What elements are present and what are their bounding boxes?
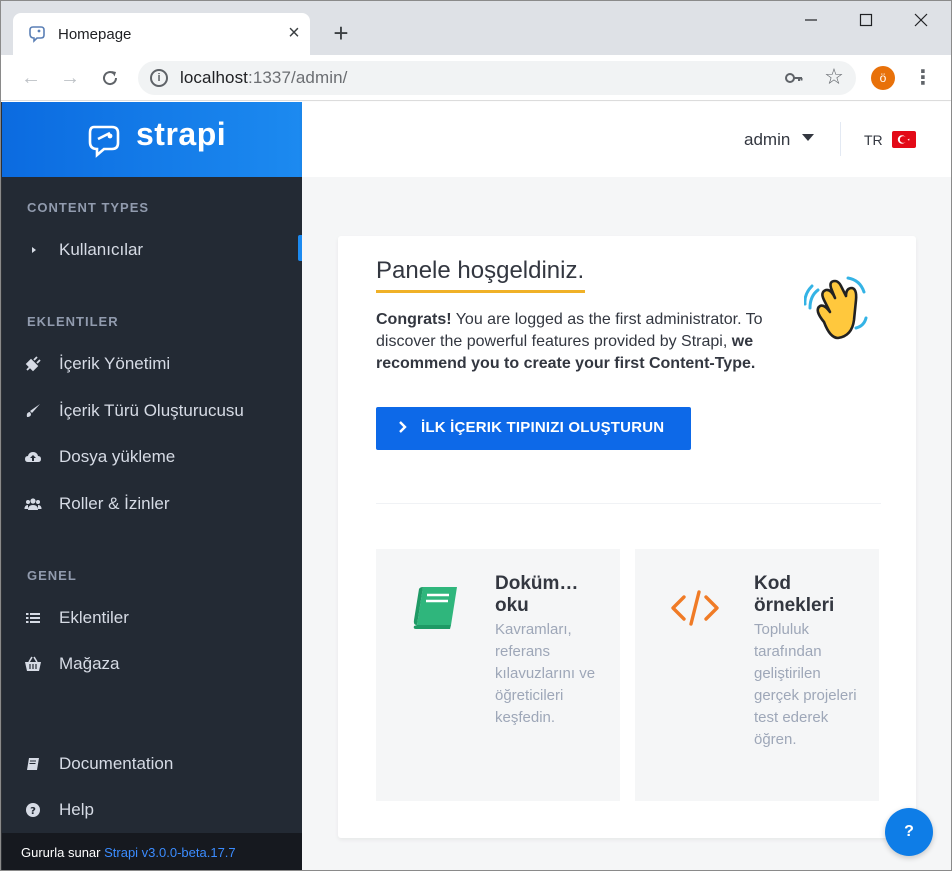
url-path: :1337/admin/: [248, 68, 348, 87]
sidebar-item-roles-permissions[interactable]: Roller & İzinler: [2, 486, 302, 522]
window-close-icon[interactable]: [901, 9, 941, 37]
window-minimize-icon[interactable]: [791, 9, 831, 37]
paint-brush-icon: [26, 404, 40, 417]
list-icon: [26, 613, 40, 623]
book-icon: [413, 587, 457, 629]
documentation-resource-card[interactable]: Doküm… oku Kavramları, referans kılavuzl…: [376, 549, 620, 801]
profile-avatar[interactable]: ö: [871, 66, 895, 90]
sidebar-panel: strapi CONTENT TYPES Kullanıcılar EKLENT…: [2, 102, 302, 870]
caret-right-icon: [32, 247, 36, 253]
tab-title: Homepage: [58, 26, 132, 43]
resource-description: Kavramları, referans kılavuzlarını ve öğ…: [495, 621, 596, 726]
tab-strip: Homepage × +: [1, 1, 951, 55]
sidebar-item-documentation[interactable]: Documentation: [2, 746, 302, 782]
plug-icon: [25, 356, 41, 372]
sidebar: strapi CONTENT TYPES Kullanıcılar EKLENT…: [1, 102, 302, 870]
divider: [376, 503, 881, 504]
cta-label: İLK İÇERIK TIPINIZI OLUŞTURUN: [421, 419, 665, 436]
url-host: localhost: [180, 68, 248, 87]
chevron-right-icon: [398, 420, 408, 439]
reload-icon[interactable]: [96, 64, 124, 92]
brand-name: strapi: [136, 116, 227, 152]
main-content: Panele hoşgeldiniz. Congrats! You are lo…: [302, 177, 951, 870]
sidebar-item-label: Roller & İzinler: [59, 494, 170, 513]
strapi-version-link[interactable]: Strapi v3.0.0-beta.17.7: [104, 845, 236, 860]
sidebar-item-label: Mağaza: [59, 654, 120, 673]
welcome-congrats: Congrats!: [376, 311, 452, 328]
welcome-card: Panele hoşgeldiniz. Congrats! You are lo…: [338, 236, 916, 838]
strapi-admin: strapi CONTENT TYPES Kullanıcılar EKLENT…: [1, 102, 951, 870]
language-selector[interactable]: TR: [864, 132, 883, 148]
code-examples-resource-card[interactable]: Kod örnekleri Topluluk tarafından gelişt…: [635, 549, 879, 801]
browser-tab[interactable]: Homepage ×: [13, 13, 310, 55]
question-circle-icon: ?: [26, 803, 40, 817]
svg-text:?: ?: [30, 806, 36, 817]
sidebar-item-content-type-builder[interactable]: İçerik Türü Oluşturucusu: [2, 393, 302, 429]
sidebar-item-help[interactable]: ? Help: [2, 792, 302, 828]
window-maximize-icon[interactable]: [846, 9, 886, 37]
sidebar-item-label: Help: [59, 800, 94, 819]
sidebar-item-users[interactable]: Kullanıcılar: [2, 232, 302, 268]
section-title-plugins: EKLENTILER: [27, 314, 119, 329]
sidebar-item-label: Kullanıcılar: [59, 240, 144, 259]
sidebar-item-label: Dosya yükleme: [59, 447, 176, 466]
title-underline: [376, 290, 585, 293]
forward-arrow-icon[interactable]: →: [56, 64, 84, 92]
sidebar-item-content-manager[interactable]: İçerik Yönetimi: [2, 346, 302, 382]
book-icon: [27, 758, 39, 770]
sidebar-item-plugins[interactable]: Eklentiler: [2, 600, 302, 636]
header-bar: admin TR: [302, 102, 951, 177]
basket-icon: [25, 656, 41, 671]
turkey-flag-icon[interactable]: [892, 131, 916, 148]
help-button[interactable]: ?: [885, 808, 933, 856]
cloud-upload-icon: [25, 452, 41, 462]
tab-close-icon[interactable]: ×: [283, 22, 305, 44]
users-icon: [24, 498, 42, 510]
resource-title: Doküm… oku: [495, 573, 579, 616]
create-content-type-button[interactable]: İLK İÇERIK TIPINIZI OLUŞTURUN: [376, 407, 691, 450]
key-icon[interactable]: [783, 67, 805, 89]
sidebar-item-label: İçerik Yönetimi: [59, 354, 171, 373]
section-title-content-types: CONTENT TYPES: [27, 200, 150, 215]
footer-text: Gururla sunar Strapi v3.0.0-beta.17.7: [21, 845, 236, 860]
divider: [840, 122, 841, 156]
sidebar-item-upload[interactable]: Dosya yükleme: [2, 439, 302, 475]
caret-down-icon[interactable]: [802, 134, 814, 141]
url-text[interactable]: localhost:1337/admin/: [180, 68, 348, 88]
browser-menu-icon[interactable]: ⋮: [913, 65, 933, 91]
sidebar-item-marketplace[interactable]: Mağaza: [2, 646, 302, 682]
strapi-logo-icon: [88, 125, 120, 158]
brand-header[interactable]: strapi: [2, 102, 302, 177]
welcome-title: Panele hoşgeldiniz.: [376, 257, 585, 284]
sidebar-item-label: Eklentiler: [59, 608, 129, 627]
resource-description: Topluluk tarafından geliştirilen gerçek …: [754, 621, 857, 748]
site-info-icon[interactable]: i: [150, 69, 168, 87]
browser-toolbar: ← → i localhost:1337/admin/ ☆ ö ⋮: [1, 55, 951, 101]
section-title-general: GENEL: [27, 568, 77, 583]
waving-hand-icon: [804, 276, 868, 340]
sidebar-item-label: İçerik Türü Oluşturucusu: [59, 401, 244, 420]
bookmark-star-icon[interactable]: ☆: [822, 64, 846, 89]
back-arrow-icon[interactable]: ←: [17, 64, 45, 92]
browser-window: Homepage × + ← → i localhost:1337/admin/…: [0, 0, 952, 871]
address-bar[interactable]: i localhost:1337/admin/ ☆: [138, 61, 856, 95]
welcome-text: Congrats! You are logged as the first ad…: [376, 309, 796, 375]
resource-title: Kod örnekleri: [754, 573, 835, 616]
code-icon: [671, 590, 719, 626]
sidebar-item-label: Documentation: [59, 754, 174, 773]
new-tab-icon[interactable]: +: [327, 20, 355, 48]
user-menu[interactable]: admin: [744, 130, 790, 150]
footer-prefix: Gururla sunar: [21, 845, 101, 860]
strapi-favicon-icon: [29, 26, 45, 43]
sidebar-footer: Gururla sunar Strapi v3.0.0-beta.17.7: [2, 833, 302, 870]
